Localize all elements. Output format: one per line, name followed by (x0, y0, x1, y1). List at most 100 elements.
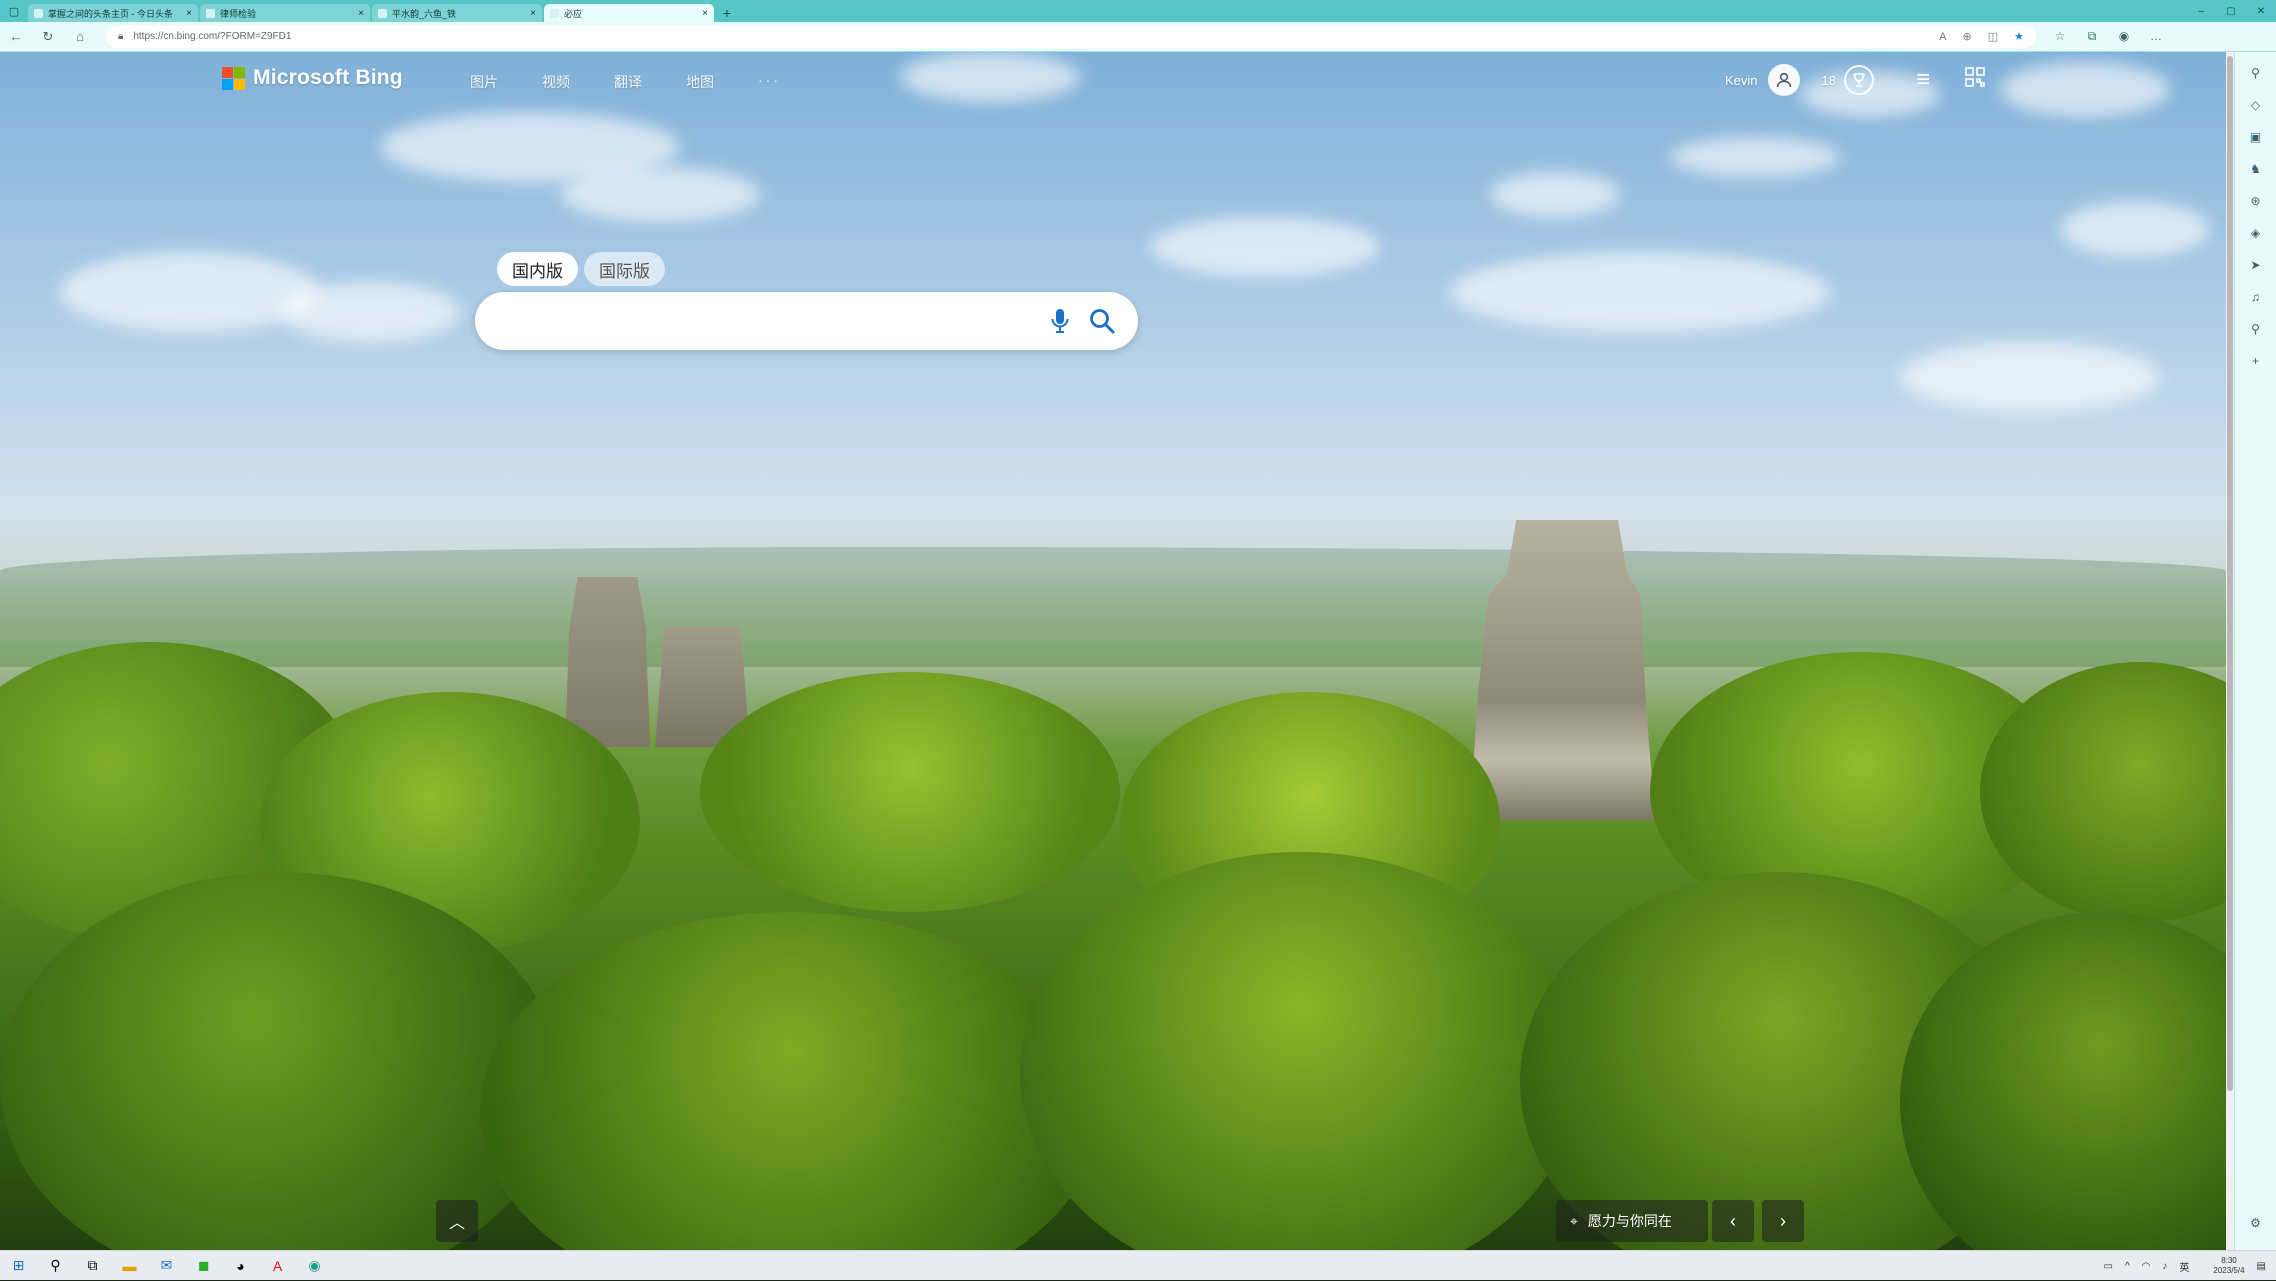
home-icon[interactable]: ⌂ (64, 22, 96, 52)
taskbar-search-icon[interactable]: ⚲ (37, 1251, 74, 1281)
image-caption: 愿力与你同在 (1587, 1213, 1672, 1229)
user-icon[interactable] (1767, 64, 1800, 96)
tab-title: 必应 (564, 8, 583, 19)
sidebar-send-icon[interactable]: ➤ (2243, 252, 2269, 278)
sidebar-tools-icon[interactable]: ▣ (2243, 124, 2269, 150)
sidebar-add-icon[interactable]: + (2243, 348, 2269, 374)
bing-homepage: Microsoft Bing 图片 视频 翻译 地图 ··· Kevin 18 … (0, 52, 2226, 1250)
nav-maps-link[interactable]: 地图 (686, 72, 714, 92)
microsoft-logo-icon (222, 66, 245, 90)
sidebar-outlook-icon[interactable]: ◈ (2243, 220, 2269, 246)
account-area: Kevin 18 ≡ (1725, 64, 1986, 96)
nav-translate-link[interactable]: 翻译 (614, 72, 642, 92)
tab-favicon-icon (378, 8, 387, 18)
nav-more-button[interactable]: ··· (758, 72, 781, 92)
profile-icon[interactable]: ◉ (2108, 29, 2140, 44)
browser-toolbar: ☆ ⧉ ◉ … (2044, 29, 2172, 44)
input-language[interactable]: 英 (2179, 1259, 2189, 1274)
scroll-up-button[interactable]: ︿ (436, 1200, 478, 1242)
browser-tab-active[interactable]: 必应 × (544, 4, 714, 22)
image-info-button[interactable]: ⌖ 愿力与你同在 (1556, 1200, 1708, 1242)
tray-chevron-icon[interactable]: ^ (2125, 1261, 2130, 1272)
tab-favicon-icon (550, 8, 559, 18)
url-text: https://cn.bing.com/?FORM=Z9FD1 (133, 31, 292, 42)
browser-tab-bar: ▢ 掌握之间的头条主页 - 今日头条 × 律师检验 × 平水韵_六鱼_铁 × 必… (0, 0, 2276, 22)
scrollbar-thumb[interactable] (2227, 56, 2233, 1091)
location-pin-icon: ⌖ (1570, 1212, 1578, 1229)
file-explorer-icon[interactable]: ▬ (111, 1251, 148, 1281)
read-aloud-icon[interactable]: A (1939, 31, 1946, 43)
user-name[interactable]: Kevin (1725, 73, 1758, 88)
sidebar-search-icon[interactable]: ⚲ (2243, 60, 2269, 86)
edge-sidebar: ⚲ ◇ ▣ ♞ ⊛ ◈ ➤ ♫ ⚲ + ⚙ (2234, 52, 2276, 1250)
start-icon[interactable]: ⊞ (0, 1251, 37, 1281)
acrobat-icon[interactable]: A (259, 1251, 296, 1281)
close-icon[interactable]: × (186, 8, 192, 19)
close-window-icon[interactable]: ✕ (2246, 0, 2276, 22)
system-tray: ▭ ^ ◠ ♪ 英 8:30 2023/5/4 ▤ (2092, 1251, 2266, 1281)
close-icon[interactable]: × (702, 8, 708, 19)
split-screen-icon[interactable]: ◫ (1988, 30, 1998, 43)
rewards-points[interactable]: 18 (1822, 73, 1836, 88)
sidebar-settings-icon[interactable]: ⚙ (2243, 1210, 2269, 1236)
edge-browser-icon[interactable]: ◉ (296, 1251, 333, 1281)
refresh-icon[interactable]: ↻ (32, 22, 64, 52)
tab-title: 掌握之间的头条主页 - 今日头条 (48, 8, 173, 19)
window-menu-icon[interactable]: ▢ (0, 0, 28, 22)
url-field[interactable]: 🔒︎ https://cn.bing.com/?FORM=Z9FD1 A ⊕ ◫… (106, 25, 2036, 48)
collections-icon[interactable]: ⧉ (2076, 29, 2108, 44)
close-icon[interactable]: × (358, 8, 364, 19)
network-icon[interactable]: ◠ (2142, 1261, 2151, 1272)
volume-icon[interactable]: ♪ (2162, 1261, 2167, 1272)
minimize-icon[interactable]: – (2186, 0, 2216, 22)
sidebar-shopping-icon[interactable]: ◇ (2243, 92, 2269, 118)
scope-tab-domestic[interactable]: 国内版 (497, 252, 578, 286)
windows-taskbar: ⊞ ⚲ ⧉ ▬ ✉ ◼ ◕ A ◉ ▭ ^ ◠ ♪ 英 8:30 2023/5/… (0, 1250, 2276, 1280)
window-controls: – ▢ ✕ (2186, 0, 2276, 22)
tab-favicon-icon (34, 8, 43, 18)
next-image-button[interactable]: › (1762, 1200, 1804, 1242)
microphone-icon[interactable] (1044, 305, 1076, 337)
scope-tab-international[interactable]: 国际版 (584, 252, 665, 286)
favorite-star-icon[interactable]: ★ (2014, 30, 2024, 43)
sidebar-games-icon[interactable]: ♞ (2243, 156, 2269, 182)
page-scrollbar[interactable] (2226, 52, 2234, 1250)
browser-tab[interactable]: 平水韵_六鱼_铁 × (372, 4, 542, 22)
tab-favicon-icon (206, 8, 215, 18)
search-box (475, 292, 1138, 350)
browser-address-bar: ← ↻ ⌂ 🔒︎ https://cn.bing.com/?FORM=Z9FD1… (0, 22, 2276, 52)
task-view-icon[interactable]: ⧉ (74, 1251, 111, 1281)
more-options-icon[interactable]: … (2140, 29, 2172, 44)
favorites-icon[interactable]: ☆ (2044, 29, 2076, 44)
lock-icon[interactable]: 🔒︎ (118, 31, 123, 42)
sidebar-bell-icon[interactable]: ♫ (2243, 284, 2269, 310)
browser-tab[interactable]: 掌握之间的头条主页 - 今日头条 × (28, 4, 198, 22)
clock[interactable]: 8:30 2023/5/4 (2201, 1256, 2244, 1276)
back-arrow-icon[interactable]: ← (0, 22, 32, 52)
nav-videos-link[interactable]: 视频 (542, 72, 570, 92)
previous-image-button[interactable]: ‹ (1712, 1200, 1754, 1242)
search-icon[interactable] (1084, 303, 1120, 339)
maximize-icon[interactable]: ▢ (2216, 0, 2246, 22)
logo-text: Microsoft Bing (253, 66, 403, 89)
zoom-icon[interactable]: ⊕ (1963, 30, 1972, 43)
battery-icon[interactable]: ▭ (2104, 1261, 2113, 1272)
search-input[interactable] (503, 309, 1044, 333)
trophy-icon[interactable] (1843, 65, 1874, 95)
sidebar-microsoft365-icon[interactable]: ⊛ (2243, 188, 2269, 214)
close-icon[interactable]: × (530, 8, 536, 19)
qq-icon[interactable]: ◕ (222, 1251, 259, 1281)
hamburger-icon[interactable]: ≡ (1916, 68, 1930, 92)
new-tab-button[interactable]: + (716, 4, 738, 22)
tab-title: 平水韵_六鱼_铁 (392, 8, 457, 19)
bing-logo[interactable]: Microsoft Bing (222, 66, 403, 90)
sidebar-bing-icon[interactable]: ⚲ (2243, 316, 2269, 342)
nav-images-link[interactable]: 图片 (470, 72, 498, 92)
clock-date: 2023/5/4 (2213, 1266, 2245, 1275)
qr-code-icon[interactable] (1964, 66, 1986, 94)
mail-icon[interactable]: ✉ (148, 1251, 185, 1281)
browser-tab[interactable]: 律师检验 × (200, 4, 370, 22)
notification-icon[interactable]: ▤ (2257, 1261, 2266, 1272)
wechat-icon[interactable]: ◼ (185, 1251, 222, 1281)
tab-title: 律师检验 (220, 8, 257, 19)
